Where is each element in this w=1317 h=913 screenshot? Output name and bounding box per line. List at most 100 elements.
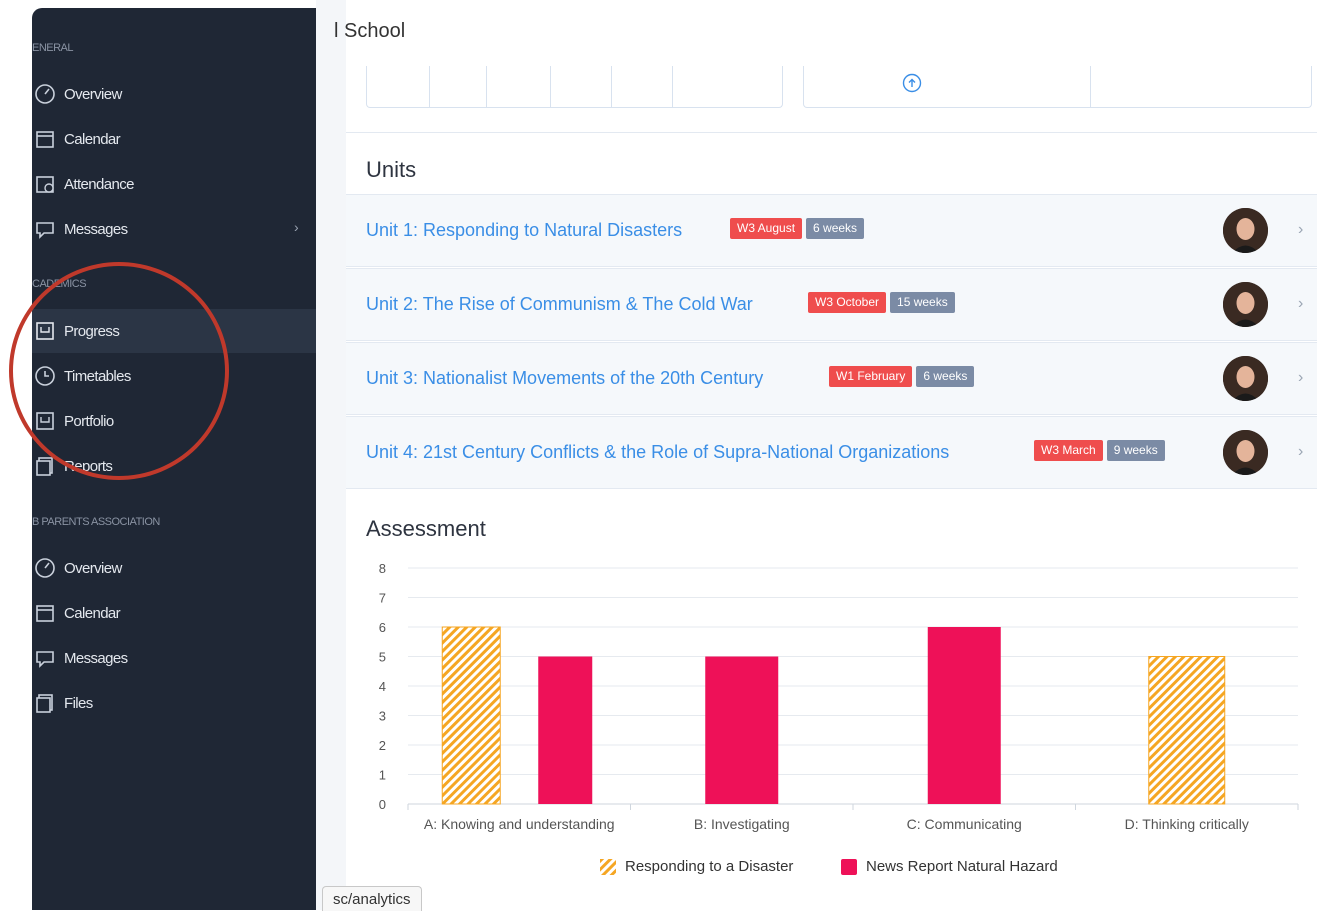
portfolio-icon <box>34 410 56 432</box>
y-tick-label: 1 <box>379 768 386 783</box>
unit-row[interactable]: Unit 3: Nationalist Movements of the 20t… <box>346 342 1317 415</box>
bar[interactable] <box>441 626 501 805</box>
unit-tags: W3 March 9 weeks <box>1034 440 1165 461</box>
sidebar-item-portfolio[interactable]: Portfolio <box>32 399 316 443</box>
content-gutter <box>316 0 346 910</box>
teacher-avatar <box>1223 356 1268 401</box>
y-tick-label: 0 <box>379 797 386 812</box>
bar[interactable] <box>705 656 779 805</box>
units-heading: Units <box>366 157 417 182</box>
sidebar-item-timetables[interactable]: Timetables <box>32 354 316 398</box>
page-title: l School <box>334 20 406 42</box>
y-tick-label: 5 <box>379 650 386 665</box>
unit-title-link[interactable]: Unit 4: 21st Century Conflicts & the Rol… <box>366 442 949 463</box>
sidebar-item-label: Progress <box>64 322 120 340</box>
chevron-right-icon: › <box>293 219 299 235</box>
teacher-avatar <box>1223 282 1268 327</box>
sidebar-item-messages[interactable]: Messages › <box>32 207 316 251</box>
sidebar-item-label: Messages <box>64 649 128 667</box>
status-bar-url: sc/analytics <box>322 886 422 911</box>
legend-label: Responding to a Disaster <box>625 858 794 875</box>
stat-cell <box>1090 66 1091 108</box>
stat-cell <box>672 66 673 108</box>
duration-badge: 9 weeks <box>1106 440 1165 461</box>
calendar-icon <box>34 128 56 150</box>
y-tick-label: 4 <box>379 679 386 694</box>
assessment-heading: Assessment <box>366 516 486 541</box>
sidebar-item-label: Overview <box>64 85 122 103</box>
start-week-badge: W3 August <box>730 218 803 239</box>
reports-icon <box>34 455 56 477</box>
sidebar-section-parents-association: B PARENTS ASSOCIATION <box>32 516 160 528</box>
sidebar-item-pa-overview[interactable]: Overview <box>32 546 316 590</box>
sidebar-item-label: Timetables <box>64 367 131 385</box>
x-tick-label: B: Investigating <box>694 816 790 832</box>
unit-row[interactable]: Unit 4: 21st Century Conflicts & the Rol… <box>346 416 1317 489</box>
sidebar-item-pa-calendar[interactable]: Calendar <box>32 591 316 635</box>
start-week-badge: W3 March <box>1034 440 1103 461</box>
legend-item-responding[interactable]: Responding to a Disaster <box>600 858 793 875</box>
bar[interactable] <box>538 656 593 805</box>
sidebar-item-progress[interactable]: Progress <box>32 309 316 353</box>
legend-item-news-report[interactable]: News Report Natural Hazard <box>841 858 1058 875</box>
bar[interactable] <box>927 627 1001 804</box>
sidebar: ENERAL Overview Calendar Attendance Mess… <box>32 8 316 910</box>
sidebar-item-label: Calendar <box>64 130 121 148</box>
y-tick-label: 7 <box>379 591 386 606</box>
assessment-chart: 0 1 2 3 4 5 6 7 8 A: Knowing and understanding B:… <box>379 561 1299 832</box>
legend-swatch <box>600 858 616 875</box>
sidebar-item-label: Files <box>64 694 93 712</box>
unit-title-link[interactable]: Unit 3: Nationalist Movements of the 20t… <box>366 368 763 389</box>
overview-icon <box>34 557 56 579</box>
upload-icon[interactable] <box>902 73 922 93</box>
y-tick-label: 3 <box>379 709 386 724</box>
sidebar-item-label: Portfolio <box>64 412 114 430</box>
sidebar-item-reports[interactable]: Reports <box>32 444 316 488</box>
stats-grid-right <box>803 66 1312 108</box>
unit-tags: W3 October 15 weeks <box>808 292 955 313</box>
sidebar-section-general: ENERAL <box>32 42 74 54</box>
y-tick-label: 8 <box>379 561 386 576</box>
legend-swatch <box>841 858 857 875</box>
messages-icon <box>34 647 56 669</box>
sidebar-section-academics: CADEMICS <box>32 278 87 290</box>
calendar-icon <box>34 602 56 624</box>
divider <box>346 132 1317 133</box>
teacher-avatar <box>1223 208 1268 253</box>
sidebar-item-pa-messages[interactable]: Messages <box>32 636 316 680</box>
chevron-right-icon[interactable]: › <box>1298 443 1303 461</box>
sidebar-item-attendance[interactable]: Attendance <box>32 162 316 206</box>
legend-label: News Report Natural Hazard <box>866 858 1058 875</box>
stat-cell <box>611 66 612 108</box>
unit-title-link[interactable]: Unit 2: The Rise of Communism & The Cold… <box>366 294 753 315</box>
sidebar-item-calendar[interactable]: Calendar <box>32 117 316 161</box>
unit-row[interactable]: Unit 1: Responding to Natural Disasters … <box>346 194 1317 267</box>
unit-tags: W1 February 6 weeks <box>829 366 975 387</box>
stat-cell <box>429 66 430 108</box>
progress-icon <box>34 320 56 342</box>
bar[interactable] <box>1148 656 1226 805</box>
unit-tags: W3 August 6 weeks <box>730 218 865 239</box>
teacher-avatar <box>1223 430 1268 475</box>
sidebar-item-pa-files[interactable]: Files <box>32 681 316 725</box>
x-tick-label: A: Knowing and understanding <box>424 816 615 832</box>
x-tick-label: D: Thinking critically <box>1125 816 1249 832</box>
start-week-badge: W1 February <box>829 366 913 387</box>
stats-grid-left <box>366 66 783 108</box>
files-icon <box>34 692 56 714</box>
duration-badge: 6 weeks <box>916 366 975 387</box>
sidebar-item-label: Messages <box>64 220 128 238</box>
unit-row[interactable]: Unit 2: The Rise of Communism & The Cold… <box>346 268 1317 341</box>
sidebar-item-label: Calendar <box>64 604 121 622</box>
x-tick-label: C: Communicating <box>907 816 1022 832</box>
chevron-right-icon[interactable]: › <box>1298 369 1303 387</box>
messages-icon <box>34 218 56 240</box>
clock-icon <box>34 365 56 387</box>
sidebar-item-overview[interactable]: Overview <box>32 72 316 116</box>
chevron-right-icon[interactable]: › <box>1298 221 1303 239</box>
chevron-right-icon[interactable]: › <box>1298 295 1303 313</box>
stat-cell <box>486 66 487 108</box>
duration-badge: 6 weeks <box>806 218 865 239</box>
unit-title-link[interactable]: Unit 1: Responding to Natural Disasters <box>366 220 682 241</box>
sidebar-item-label: Attendance <box>64 175 135 193</box>
